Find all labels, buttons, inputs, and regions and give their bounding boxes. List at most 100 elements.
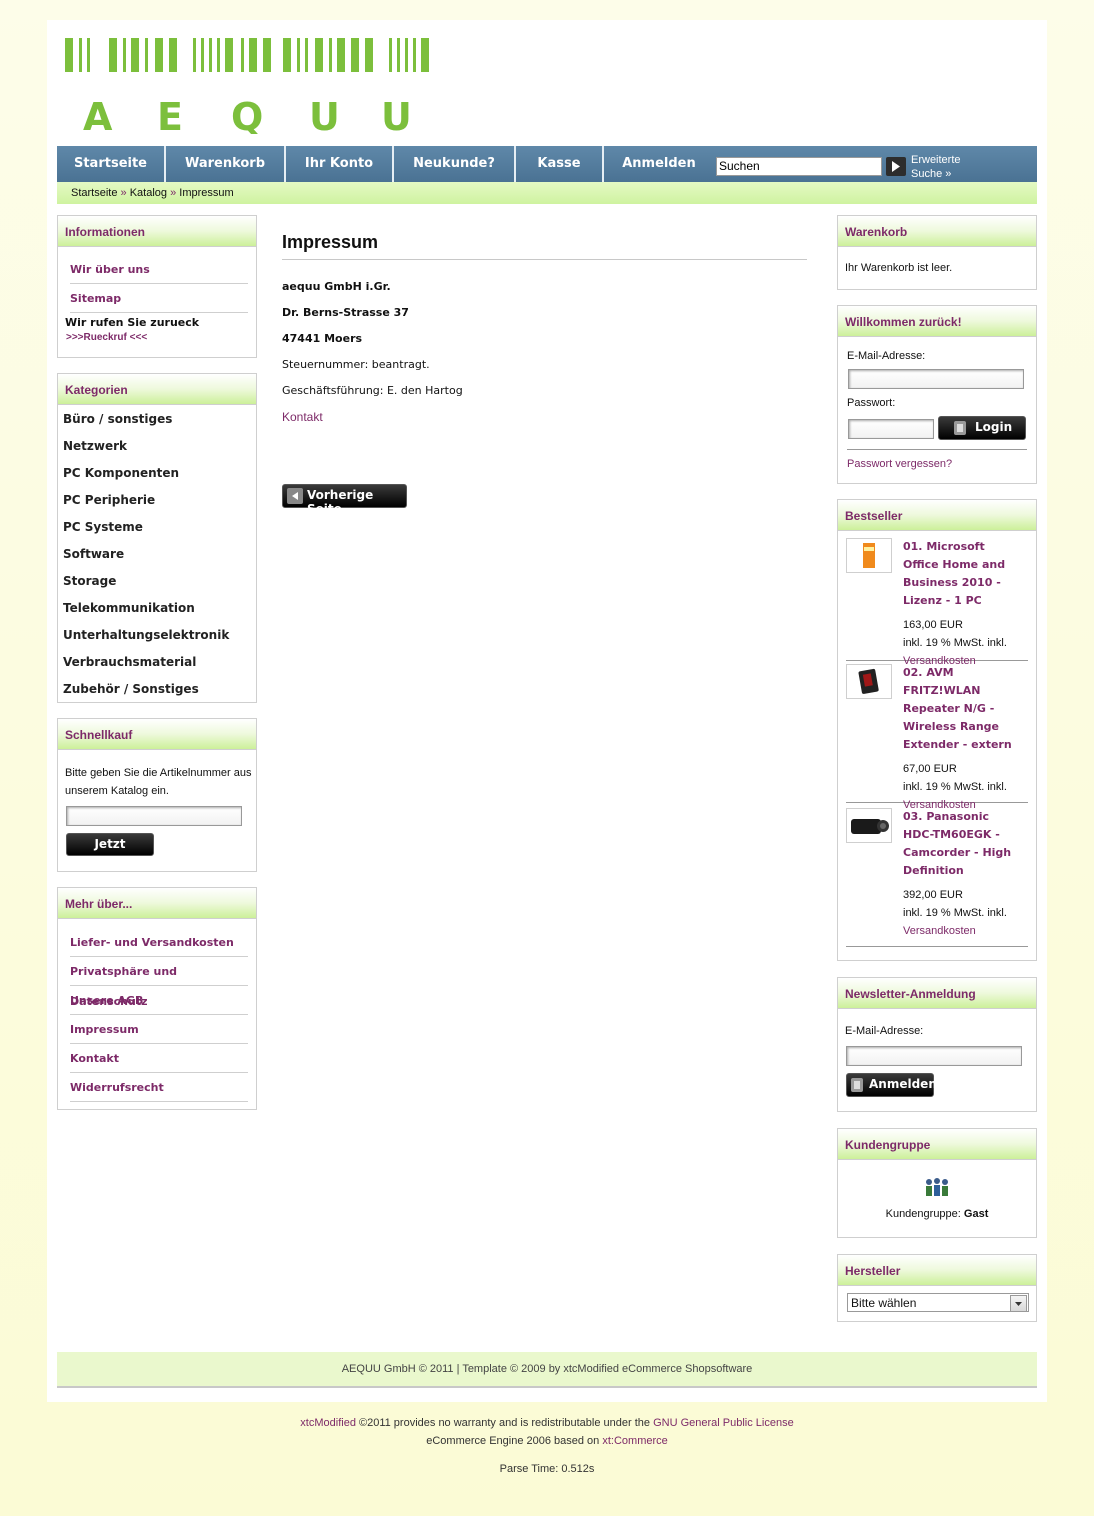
login-email-input[interactable] — [848, 369, 1024, 389]
xtcmodified-link[interactable]: xtcModified — [300, 1417, 356, 1429]
link-widerrufsrecht[interactable]: Widerrufsrecht — [70, 1073, 248, 1102]
logo-letter: Q — [231, 95, 263, 134]
bestseller-tax: inkl. 19 % MwSt. inkl. — [903, 781, 1007, 793]
breadcrumb-startseite[interactable]: Startseite — [71, 187, 117, 199]
cart-title: Warenkorb — [838, 216, 1036, 247]
info-box-title: Informationen — [58, 216, 256, 247]
category-item[interactable]: Netzwerk — [58, 433, 256, 460]
category-item[interactable]: Storage — [58, 568, 256, 595]
logo-barcode: A E Q U U — [65, 38, 429, 139]
bestseller-title: Bestseller — [838, 500, 1036, 531]
quickbuy-title: Schnellkauf — [58, 719, 256, 750]
manufacturer-box: Hersteller Bitte wählen — [837, 1254, 1037, 1322]
advanced-search-link[interactable]: Erweiterte Suche » — [911, 153, 971, 181]
customer-group-value: Gast — [963, 1208, 989, 1220]
login-button[interactable]: Login — [938, 416, 1026, 440]
manufacturer-select[interactable]: Bitte wählen — [847, 1293, 1029, 1312]
login-icon — [954, 421, 966, 435]
category-item[interactable]: Zubehör / Sonstiges — [58, 676, 256, 703]
nav-warenkorb[interactable]: Warenkorb — [166, 146, 286, 182]
callback-link[interactable]: >>>Rueckruf <<< — [58, 329, 256, 343]
product-thumbnail[interactable] — [846, 808, 892, 843]
page-title: Impressum — [282, 232, 807, 260]
tax-number: Steuernummer: beantragt. — [282, 358, 430, 371]
newsletter-subscribe-button[interactable]: Anmelden — [846, 1073, 937, 1097]
bottom-credits: xtcModified ©2011 provides no warranty a… — [0, 1414, 1094, 1478]
newsletter-email-input[interactable] — [846, 1046, 1022, 1066]
category-item[interactable]: Büro / sonstiges — [58, 406, 256, 433]
bestseller-title-link[interactable]: 03. Panasonic HDC-TM60EGK - Camcorder - … — [903, 810, 1011, 877]
nav-startseite[interactable]: Startseite — [57, 146, 166, 182]
newsletter-box: Newsletter-Anmeldung E-Mail-Adresse: Anm… — [837, 977, 1037, 1112]
product-thumbnail[interactable] — [846, 664, 892, 699]
newsletter-button-label: Anmelden — [869, 1077, 937, 1091]
category-item[interactable]: Verbrauchsmaterial — [58, 649, 256, 676]
more-about-box: Mehr über... Liefer- und Versandkosten P… — [57, 887, 257, 1110]
main-content: Impressum aequu GmbH i.Gr. Dr. Berns-Str… — [282, 232, 807, 516]
newsletter-icon — [851, 1078, 863, 1092]
aequu-logo[interactable]: A E Q U U — [65, 38, 429, 139]
login-password-input[interactable] — [848, 419, 934, 439]
category-item[interactable]: PC Peripherie — [58, 487, 256, 514]
breadcrumb: Startseite » Katalog » Impressum — [57, 182, 1037, 204]
arrow-left-icon — [287, 488, 303, 504]
management: Geschäftsführung: E. den Hartog — [282, 384, 463, 397]
login-title: Willkommen zurück! — [838, 306, 1036, 337]
quickbuy-article-input[interactable] — [66, 806, 242, 826]
link-sitemap[interactable]: Sitemap — [70, 284, 248, 313]
link-wir-ueber-uns[interactable]: Wir über uns — [70, 255, 248, 284]
router-icon — [858, 668, 879, 694]
category-item[interactable]: Software — [58, 541, 256, 568]
shipping-link[interactable]: Versandkosten — [903, 925, 976, 937]
back-button[interactable]: Vorherige Seite — [282, 484, 407, 516]
categories-box: Kategorien Büro / sonstiges Netzwerk PC … — [57, 373, 257, 703]
bestseller-title-link[interactable]: 01. Microsoft Office Home and Business 2… — [903, 540, 1005, 607]
link-kontakt[interactable]: Kontakt — [70, 1044, 248, 1073]
category-item[interactable]: Telekommunikation — [58, 595, 256, 622]
gpl-link[interactable]: GNU General Public License — [653, 1417, 794, 1429]
newsletter-title: Newsletter-Anmeldung — [838, 978, 1036, 1009]
search-submit-button[interactable] — [886, 157, 906, 176]
company-city: 47441 Moers — [282, 332, 363, 345]
page-container: A E Q U U Startseite Warenkorb Ihr Konto… — [47, 20, 1047, 1402]
breadcrumb-separator: » — [120, 187, 127, 199]
manufacturer-select-value: Bitte wählen — [851, 1296, 917, 1310]
nav-kasse[interactable]: Kasse — [516, 146, 604, 182]
link-datenschutz[interactable]: Privatsphäre und Datenschutz — [70, 957, 248, 1008]
contact-link[interactable]: Kontakt — [282, 410, 323, 424]
jetzt-kaufen-button[interactable]: Jetzt kaufen! — [66, 833, 154, 872]
nav-anmelden[interactable]: Anmelden — [604, 146, 714, 182]
bestseller-title-link[interactable]: 02. AVM FRITZ!WLAN Repeater N/G - Wirele… — [903, 666, 1012, 751]
login-button-label: Login — [975, 420, 1013, 434]
camcorder-icon — [851, 819, 889, 834]
link-agb[interactable]: Unsere AGB — [70, 986, 248, 1015]
breadcrumb-katalog[interactable]: Katalog — [130, 187, 167, 199]
forgot-password-link[interactable]: Passwort vergessen? — [847, 458, 952, 470]
link-impressum[interactable]: Impressum — [70, 1015, 248, 1044]
link-liefer-versandkosten[interactable]: Liefer- und Versandkosten — [70, 928, 248, 957]
cart-empty-text: Ihr Warenkorb ist leer. — [845, 262, 953, 274]
breadcrumb-separator: » — [170, 187, 177, 199]
xtcommerce-link[interactable]: xt:Commerce — [602, 1435, 667, 1447]
customer-group-text: Kundengruppe: Gast — [885, 1208, 989, 1220]
cart-box: Warenkorb Ihr Warenkorb ist leer. — [837, 215, 1037, 290]
category-item[interactable]: Unterhaltungselektronik — [58, 622, 256, 649]
login-email-label: E-Mail-Adresse: — [847, 350, 926, 362]
customer-group-box: Kundengruppe Kundengruppe: Gast — [837, 1128, 1037, 1238]
chevron-down-icon — [1010, 1295, 1027, 1312]
info-box: Informationen Wir über uns Sitemap Wir r… — [57, 215, 257, 358]
nav-neukunde[interactable]: Neukunde? — [394, 146, 516, 182]
category-item[interactable]: PC Komponenten — [58, 460, 256, 487]
product-thumbnail[interactable] — [846, 538, 892, 573]
nav-ihr-konto[interactable]: Ihr Konto — [286, 146, 394, 182]
logo-letter: U — [381, 95, 412, 134]
search-input[interactable]: Suchen — [716, 157, 882, 176]
newsletter-email-label: E-Mail-Adresse: — [845, 1025, 924, 1037]
category-item[interactable]: PC Systeme — [58, 514, 256, 541]
parse-time: Parse Time: 0.512s — [499, 1463, 595, 1475]
bestseller-tax: inkl. 19 % MwSt. inkl. — [903, 907, 1007, 919]
bestseller-item: 01. Microsoft Office Home and Business 2… — [846, 538, 1028, 667]
logo-letter: U — [309, 95, 340, 134]
logo-letter: A — [83, 95, 113, 134]
engine-text: eCommerce Engine 2006 based on — [426, 1435, 603, 1447]
